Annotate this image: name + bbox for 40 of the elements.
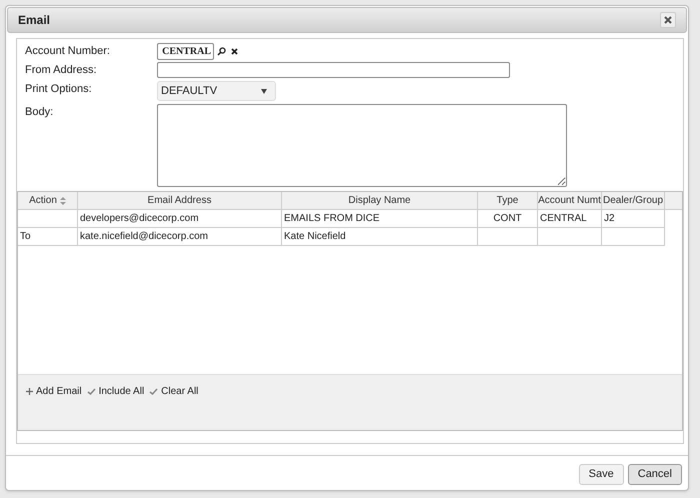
check-icon (86, 388, 96, 395)
close-button[interactable] (660, 12, 676, 28)
toolbar-button[interactable]: Include All (86, 384, 144, 399)
table-cell: J2 (602, 210, 665, 228)
body-field[interactable] (157, 104, 567, 187)
print-options-dropdown[interactable]: DEFAULTV (157, 81, 276, 101)
toolbar-button[interactable]: Clear All (149, 384, 198, 399)
clear-icon[interactable] (231, 48, 238, 54)
table-cell (602, 228, 665, 246)
table-cell: kate.nicefield@dicecorp.com (78, 228, 282, 246)
table-cell: CENTRAL (538, 210, 602, 228)
table-cell: EMAILS FROM DICE (282, 210, 478, 228)
table-cell: developers@dicecorp.com (78, 210, 282, 228)
search-icon[interactable] (217, 46, 226, 56)
field-label: Body: (25, 105, 54, 120)
column-header[interactable]: Action (18, 192, 78, 209)
dropdown-arrow-icon (261, 88, 267, 94)
table-cell (478, 228, 538, 246)
field-label: From Address: (25, 62, 98, 78)
sort-icon (60, 196, 66, 204)
field-label: Print Options: (25, 82, 93, 97)
table-cell: To (18, 228, 78, 246)
toolbar-button[interactable]: Add Email (26, 384, 82, 399)
from-address-field[interactable] (157, 62, 510, 78)
account-number-field[interactable]: CENTRAL (157, 42, 214, 60)
table-cell: CONT (478, 210, 538, 228)
check-icon (149, 388, 158, 395)
plus-icon (26, 388, 33, 395)
column-header[interactable]: Dealer/Group (602, 192, 665, 209)
close-icon (664, 16, 672, 24)
column-header[interactable]: Account Numt (538, 192, 602, 209)
dialog-button[interactable]: Cancel (628, 464, 682, 485)
column-header[interactable]: Display Name (282, 192, 478, 209)
table-cell (538, 228, 602, 246)
table-cell: Kate Nicefield (282, 228, 478, 246)
window-title: Email (18, 12, 50, 29)
dialog-button[interactable]: Save (578, 464, 624, 485)
column-header[interactable]: Type (478, 192, 538, 209)
column-header[interactable]: Email Address (78, 192, 282, 209)
field-label: Account Number: (25, 44, 111, 59)
